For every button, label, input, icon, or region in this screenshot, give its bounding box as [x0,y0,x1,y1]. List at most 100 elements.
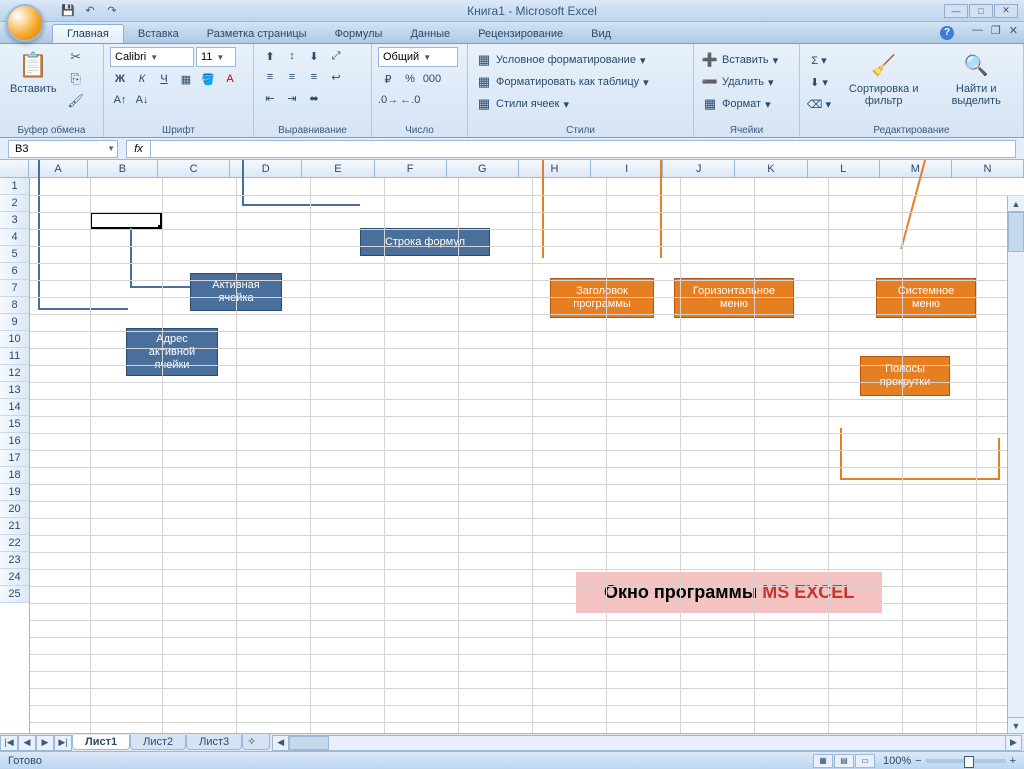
row-header[interactable]: 21 [0,518,29,535]
sheet-nav-last-icon[interactable]: ▶| [54,735,72,751]
percent-icon[interactable]: % [400,70,420,88]
sheet-nav-prev-icon[interactable]: ◀ [18,735,36,751]
zoom-slider[interactable] [926,759,1006,763]
row-header[interactable]: 5 [0,246,29,263]
border-icon[interactable]: ▦ [176,70,196,88]
conditional-formatting-button[interactable]: ▦Условное форматирование ▾ [474,51,647,69]
format-painter-icon[interactable]: 🖌 [65,91,87,111]
horizontal-scrollbar[interactable]: ◀ ▶ [272,735,1022,751]
row-header[interactable]: 17 [0,450,29,467]
sheet-tab[interactable]: Лист2 [130,735,186,750]
tab-view[interactable]: Вид [577,25,625,43]
clear-icon[interactable]: ⌫ ▾ [806,95,832,113]
maximize-button[interactable]: □ [969,4,993,18]
zoom-level[interactable]: 100% [883,755,911,767]
fill-color-icon[interactable]: 🪣 [198,70,218,88]
col-header[interactable]: J [663,160,735,177]
align-bottom-icon[interactable]: ⬇ [304,47,324,65]
new-sheet-button[interactable]: ✧ [242,734,270,750]
help-icon[interactable]: ? [940,26,954,40]
page-layout-view-icon[interactable]: ▤ [834,754,854,768]
doc-restore-button[interactable]: ❐ [991,24,1001,37]
row-header[interactable]: 14 [0,399,29,416]
col-header[interactable]: D [230,160,302,177]
undo-icon[interactable]: ↶ [82,3,98,19]
row-header[interactable]: 15 [0,416,29,433]
sheet-nav-first-icon[interactable]: |◀ [0,735,18,751]
align-right-icon[interactable]: ≡ [304,68,324,86]
row-header[interactable]: 23 [0,552,29,569]
office-button[interactable] [6,4,44,42]
merge-icon[interactable]: ⬌ [304,89,324,107]
doc-minimize-button[interactable]: — [972,24,983,37]
tab-data[interactable]: Данные [396,25,464,43]
row-header[interactable]: 20 [0,501,29,518]
formula-input-area[interactable]: fx [126,140,1016,158]
format-cells-button[interactable]: ▦Формат ▾ [700,95,773,113]
tab-home[interactable]: Главная [52,24,124,43]
row-header[interactable]: 16 [0,433,29,450]
page-break-view-icon[interactable]: ▭ [855,754,875,768]
col-header[interactable]: F [375,160,447,177]
italic-button[interactable]: К [132,70,152,88]
row-header[interactable]: 24 [0,569,29,586]
vertical-scrollbar[interactable]: ▲ ▼ [1007,196,1024,733]
col-header[interactable]: H [519,160,591,177]
row-header[interactable]: 1 [0,178,29,195]
decrease-indent-icon[interactable]: ⇤ [260,89,280,107]
row-header[interactable]: 6 [0,263,29,280]
tab-review[interactable]: Рецензирование [464,25,577,43]
scroll-up-icon[interactable]: ▲ [1008,196,1024,212]
align-left-icon[interactable]: ≡ [260,68,280,86]
zoom-out-icon[interactable]: − [915,755,921,767]
copy-icon[interactable]: ⎘ [65,69,87,89]
col-header[interactable]: E [302,160,374,177]
cells-area[interactable]: Строка формул Активная ячейка Адрес акти… [30,178,1024,733]
increase-font-icon[interactable]: A↑ [110,91,130,109]
row-header[interactable]: 9 [0,314,29,331]
autosum-icon[interactable]: Σ ▾ [806,51,832,69]
number-format-combo[interactable]: Общий▼ [378,47,458,67]
increase-decimal-icon[interactable]: .0→ [378,91,398,109]
comma-icon[interactable]: 000 [422,70,442,88]
col-header[interactable]: I [591,160,663,177]
cell-styles-button[interactable]: ▦Стили ячеек ▾ [474,95,571,113]
zoom-in-icon[interactable]: + [1010,755,1016,767]
sort-filter-button[interactable]: 🧹 Сортировка и фильтр [836,47,931,109]
row-header[interactable]: 13 [0,382,29,399]
row-header[interactable]: 2 [0,195,29,212]
align-center-icon[interactable]: ≡ [282,68,302,86]
bold-button[interactable]: Ж [110,70,130,88]
col-header[interactable]: L [808,160,880,177]
scroll-thumb[interactable] [289,736,329,750]
row-header[interactable]: 8 [0,297,29,314]
tab-page-layout[interactable]: Разметка страницы [193,25,321,43]
minimize-button[interactable]: — [944,4,968,18]
row-header[interactable]: 10 [0,331,29,348]
row-header[interactable]: 18 [0,467,29,484]
increase-indent-icon[interactable]: ⇥ [282,89,302,107]
doc-close-button[interactable]: ✕ [1009,24,1018,37]
row-header[interactable]: 11 [0,348,29,365]
row-header[interactable]: 4 [0,229,29,246]
find-select-button[interactable]: 🔍 Найти и выделить [935,47,1017,109]
row-header[interactable]: 22 [0,535,29,552]
name-box[interactable]: B3▼ [8,140,118,158]
format-as-table-button[interactable]: ▦Форматировать как таблицу ▾ [474,73,651,91]
row-header[interactable]: 19 [0,484,29,501]
normal-view-icon[interactable]: ▦ [813,754,833,768]
decrease-font-icon[interactable]: A↓ [132,91,152,109]
tab-formulas[interactable]: Формулы [321,25,397,43]
paste-button[interactable]: 📋 Вставить [6,47,61,97]
decrease-decimal-icon[interactable]: ←.0 [400,91,420,109]
scroll-thumb[interactable] [1008,212,1024,252]
sheet-tab[interactable]: Лист3 [186,735,242,750]
tab-insert[interactable]: Вставка [124,25,193,43]
fx-icon[interactable]: fx [127,141,151,157]
scroll-left-icon[interactable]: ◀ [273,736,289,750]
sheet-tab[interactable]: Лист1 [72,735,130,750]
cut-icon[interactable]: ✂ [65,47,87,67]
col-header[interactable]: G [447,160,519,177]
active-cell[interactable] [90,212,162,229]
col-header[interactable]: B [88,160,158,177]
